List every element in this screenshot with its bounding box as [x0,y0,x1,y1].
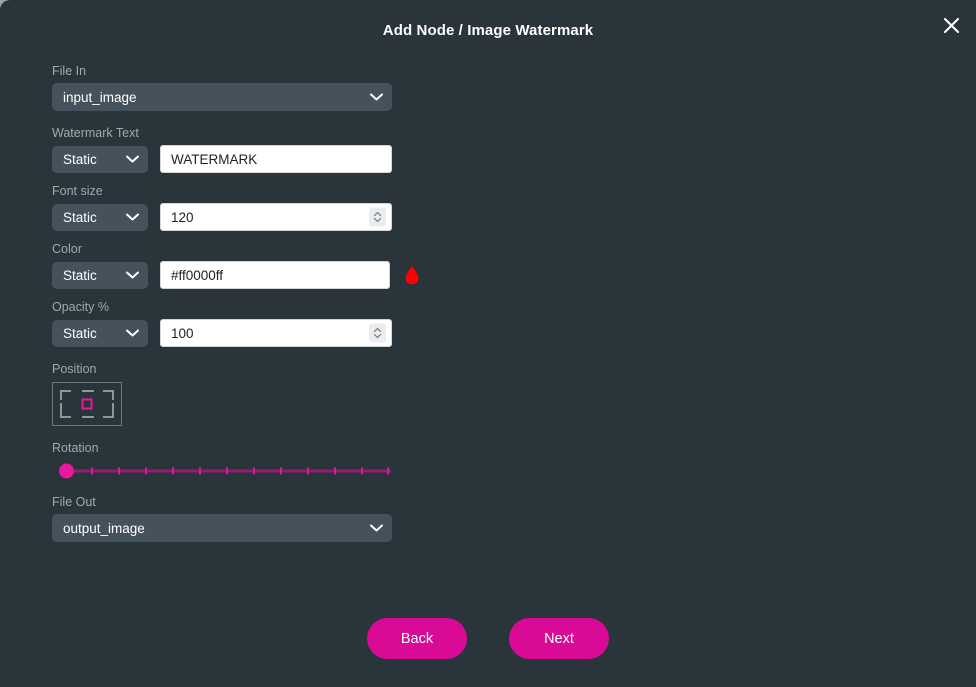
file-in-label: File In [52,64,87,78]
watermark-text-mode-select[interactable]: Static [52,145,148,173]
watermark-text-input[interactable]: WATERMARK [160,145,392,173]
color-value: #ff0000ff [171,267,224,283]
field-file-out: File Out output_image [52,495,472,542]
opacity-input[interactable]: 100 [160,319,392,347]
position-selector[interactable] [52,382,122,426]
opacity-value: 100 [171,325,194,341]
chevron-down-icon [126,155,139,163]
color-droplet-icon[interactable] [404,265,420,285]
field-color: Color Static #ff0000ff [52,242,472,289]
opacity-label: Opacity % [52,300,109,314]
color-input[interactable]: #ff0000ff [160,261,390,289]
field-file-in: File In input_image [52,64,472,111]
field-opacity: Opacity % Static 100 [52,300,472,347]
font-size-mode-select[interactable]: Static [52,203,148,231]
font-size-value: 120 [171,209,194,225]
dialog-footer: Back Next [0,618,976,659]
file-out-value: output_image [63,520,145,536]
rotation-slider[interactable] [59,462,391,480]
chevron-down-icon [370,524,383,532]
chevron-down-icon [126,213,139,221]
field-position: Position [52,362,472,426]
font-size-stepper[interactable] [369,207,386,227]
file-in-value: input_image [63,89,137,105]
rotation-label: Rotation [52,441,99,455]
color-label: Color [52,242,82,256]
file-out-label: File Out [52,495,96,509]
position-label: Position [52,362,97,376]
opacity-mode-select[interactable]: Static [52,319,148,347]
close-icon[interactable] [934,8,968,42]
field-watermark-text: Watermark Text Static WATERMARK [52,126,472,173]
chevron-down-icon [126,329,139,337]
font-size-input[interactable]: 120 [160,203,392,231]
field-rotation: Rotation [52,441,472,480]
dialog-title: Add Node / Image Watermark [382,22,594,39]
font-size-label: Font size [52,184,103,198]
watermark-text-value: WATERMARK [171,151,258,167]
next-button[interactable]: Next [509,618,609,659]
color-mode-value: Static [63,267,97,283]
chevron-down-icon [126,271,139,279]
form-body: File In input_image Watermark Text Stati… [52,64,472,553]
chevron-down-icon [370,93,383,101]
file-in-select[interactable]: input_image [52,83,392,111]
opacity-stepper[interactable] [369,323,386,343]
back-button[interactable]: Back [367,618,467,659]
font-size-mode-value: Static [63,209,97,225]
rotation-slider-thumb[interactable] [59,463,74,479]
dialog-header: Add Node / Image Watermark [0,0,976,66]
add-node-dialog: Add Node / Image Watermark File In input… [0,0,976,687]
field-font-size: Font size Static 120 [52,184,472,231]
watermark-text-mode-value: Static [63,151,97,167]
color-mode-select[interactable]: Static [52,261,148,289]
position-anchor-center[interactable] [81,398,93,410]
watermark-text-label: Watermark Text [52,126,139,140]
file-out-select[interactable]: output_image [52,514,392,542]
opacity-mode-value: Static [63,325,97,341]
